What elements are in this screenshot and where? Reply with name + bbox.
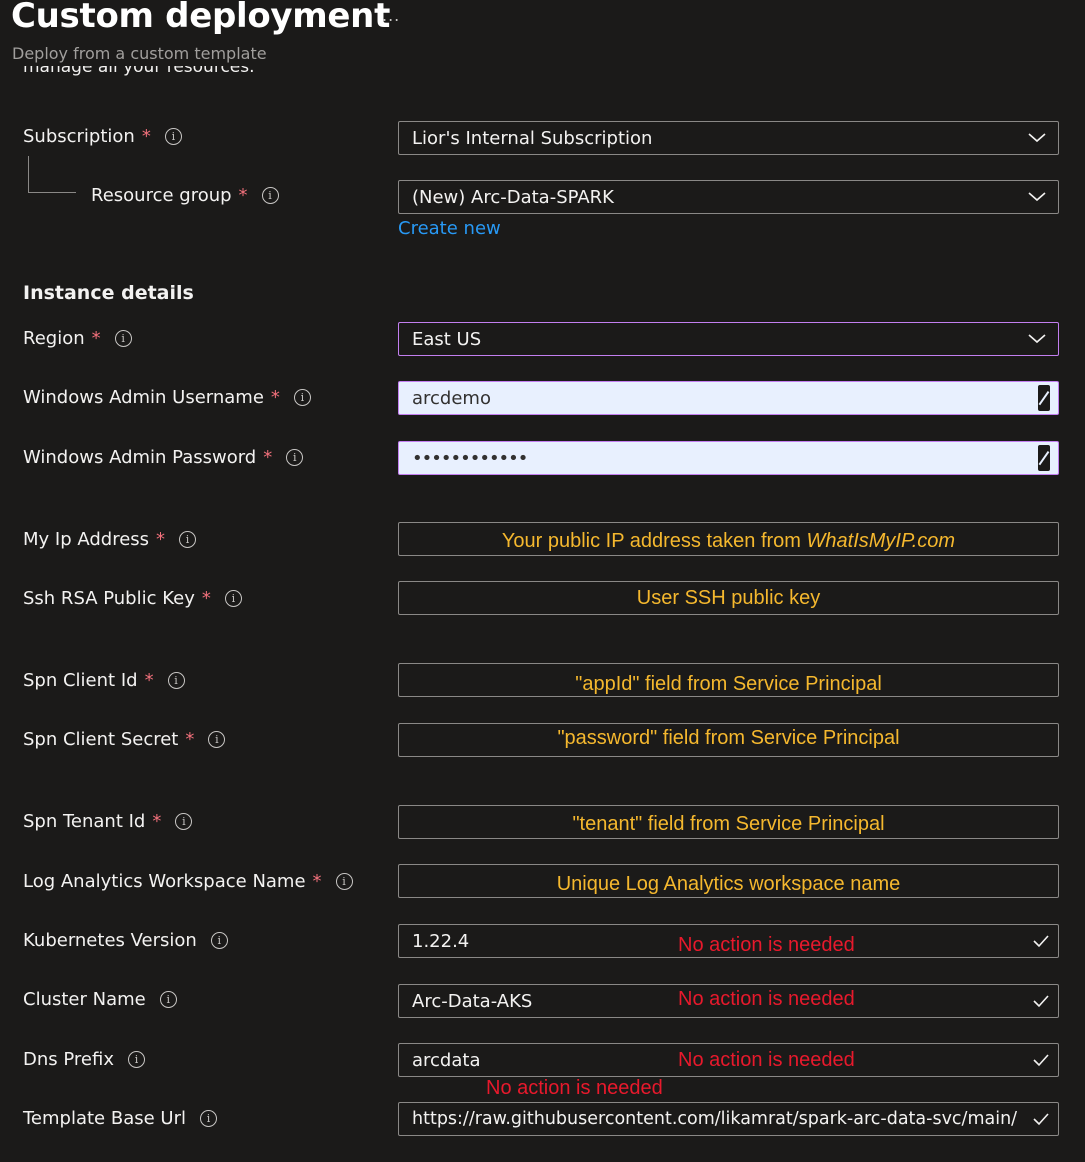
subscription-dropdown[interactable]: Lior's Internal Subscription xyxy=(398,121,1059,155)
hint-overlay: Unique Log Analytics workspace name xyxy=(556,873,901,895)
resource-group-label: Resource group * i xyxy=(91,185,279,206)
log-analytics-label: Log Analytics Workspace Name * i xyxy=(23,871,353,892)
hint-overlay: Your public IP address taken from WhatIs… xyxy=(501,530,956,552)
autofill-icon[interactable] xyxy=(1038,445,1050,471)
no-action-note: No action is needed xyxy=(486,1077,663,1099)
ssh-key-input[interactable]: User SSH public key xyxy=(398,581,1059,615)
log-analytics-input[interactable]: Unique Log Analytics workspace name xyxy=(398,864,1059,898)
info-icon[interactable]: i xyxy=(286,449,304,466)
info-icon[interactable]: i xyxy=(261,187,279,204)
subscription-label: Subscription * i xyxy=(23,126,182,147)
info-icon[interactable]: i xyxy=(293,389,311,406)
chevron-down-icon xyxy=(1028,192,1046,202)
no-action-note: No action is needed xyxy=(678,988,855,1010)
hint-overlay: "password" field from Service Principal xyxy=(557,727,900,749)
spn-tenant-id-label: Spn Tenant Id * i xyxy=(23,811,193,832)
info-icon[interactable]: i xyxy=(114,330,132,347)
chevron-down-icon xyxy=(1028,133,1046,143)
page-title: Custom deployment xyxy=(11,0,391,36)
spn-client-id-label: Spn Client Id * i xyxy=(23,670,185,691)
info-icon[interactable]: i xyxy=(164,128,182,145)
spn-client-id-input[interactable]: "appId" field from Service Principal xyxy=(398,663,1059,697)
region-dropdown[interactable]: East US xyxy=(398,322,1059,356)
more-options-button[interactable]: ... xyxy=(382,6,400,25)
admin-password-input[interactable]: •••••••••••• xyxy=(398,441,1059,475)
resource-group-dropdown[interactable]: (New) Arc-Data-SPARK xyxy=(398,180,1059,214)
cluster-name-label: Cluster Name i xyxy=(23,989,177,1010)
info-icon[interactable]: i xyxy=(167,672,185,689)
checkmark-icon xyxy=(1033,995,1049,1008)
info-icon[interactable]: i xyxy=(179,531,197,548)
chevron-down-icon xyxy=(1028,334,1046,344)
template-url-label: Template Base Url i xyxy=(23,1108,217,1129)
info-icon[interactable]: i xyxy=(335,873,353,890)
page-subtitle: Deploy from a custom template xyxy=(12,44,267,63)
spn-client-secret-label: Spn Client Secret * i xyxy=(23,729,226,750)
k8s-version-label: Kubernetes Version i xyxy=(23,930,228,951)
no-action-note: No action is needed xyxy=(678,1049,855,1071)
admin-username-input[interactable]: arcdemo xyxy=(398,381,1059,415)
no-action-note: No action is needed xyxy=(678,934,855,956)
info-icon[interactable]: i xyxy=(224,590,242,607)
tree-connector xyxy=(28,156,29,192)
section-title-instance-details: Instance details xyxy=(23,282,194,304)
info-icon[interactable]: i xyxy=(175,813,193,830)
template-url-input[interactable]: https://raw.githubusercontent.com/likamr… xyxy=(398,1102,1059,1136)
create-new-link[interactable]: Create new xyxy=(398,218,501,239)
info-icon[interactable]: i xyxy=(159,991,177,1008)
hint-overlay: "appId" field from Service Principal xyxy=(575,673,882,695)
tree-connector xyxy=(28,192,76,193)
admin-username-label: Windows Admin Username * i xyxy=(23,387,311,408)
hint-overlay: "tenant" field from Service Principal xyxy=(572,813,885,835)
my-ip-input[interactable]: Your public IP address taken from WhatIs… xyxy=(398,522,1059,556)
autofill-icon[interactable] xyxy=(1038,385,1050,411)
spn-tenant-id-input[interactable]: "tenant" field from Service Principal xyxy=(398,805,1059,839)
checkmark-icon xyxy=(1033,1054,1049,1067)
clipped-description: manage all your resources. xyxy=(23,66,255,77)
checkmark-icon xyxy=(1033,1113,1049,1126)
info-icon[interactable]: i xyxy=(199,1110,217,1127)
my-ip-label: My Ip Address * i xyxy=(23,529,197,550)
checkmark-icon xyxy=(1033,935,1049,948)
info-icon[interactable]: i xyxy=(127,1051,145,1068)
spn-client-secret-input[interactable]: "password" field from Service Principal xyxy=(398,723,1059,757)
hint-overlay: User SSH public key xyxy=(636,587,821,609)
ssh-key-label: Ssh RSA Public Key * i xyxy=(23,588,242,609)
info-icon[interactable]: i xyxy=(210,932,228,949)
admin-password-label: Windows Admin Password * i xyxy=(23,447,304,468)
region-label: Region * i xyxy=(23,328,132,349)
info-icon[interactable]: i xyxy=(208,731,226,748)
dns-prefix-label: Dns Prefix i xyxy=(23,1049,145,1070)
